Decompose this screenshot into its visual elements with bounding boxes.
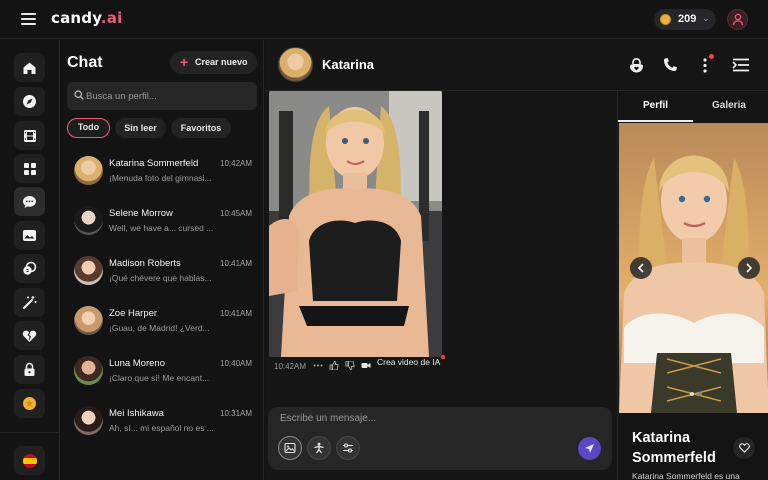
chat-image-message[interactable] <box>269 91 442 357</box>
message-input[interactable] <box>280 413 580 431</box>
coins-balance-button[interactable]: 209 ⌄ <box>654 9 716 30</box>
star-coin-icon[interactable] <box>14 389 45 418</box>
heart-broken-icon[interactable] <box>14 321 45 350</box>
user-icon <box>732 13 744 26</box>
coins-icon[interactable] <box>14 254 45 283</box>
carousel-dots <box>690 392 702 396</box>
search-icon <box>74 90 84 100</box>
more-icon[interactable] <box>313 361 323 370</box>
chat-list-item[interactable]: Selene Morrow 10:45AM Well, we have a...… <box>60 206 263 254</box>
gallery-icon[interactable] <box>14 221 45 250</box>
chat-list-item[interactable]: Madison Roberts 10:41AM ¡Qué chévere que… <box>60 256 263 304</box>
avatar <box>74 306 103 335</box>
message-composer <box>268 407 612 470</box>
contact-avatar[interactable] <box>278 47 313 82</box>
create-ai-video-button[interactable]: Crea video de IA <box>377 356 443 368</box>
film-icon[interactable] <box>14 121 45 150</box>
lock-icon[interactable] <box>14 355 45 384</box>
profile-description: Katarina Sommerfeld es una <box>632 471 740 480</box>
search-box[interactable] <box>67 82 257 110</box>
chat-panel: Katarina 10:42AM Crea video de IA Escrib… <box>265 40 768 480</box>
compass-icon[interactable] <box>14 87 45 116</box>
user-menu-button[interactable] <box>727 9 748 30</box>
pose-icon[interactable] <box>307 436 331 460</box>
message-time: 10:42AM <box>274 362 307 371</box>
favorite-button[interactable] <box>733 437 755 459</box>
chat-list-item[interactable]: Mei Ishikawa 10:31AM Ah, sí... mi españo… <box>60 406 263 454</box>
home-icon[interactable] <box>14 53 45 82</box>
profile-name: Katarina Sommerfeld <box>632 430 716 466</box>
message-actions <box>313 361 371 370</box>
new-chat-button[interactable]: + Crear nuevo <box>170 51 257 74</box>
private-content-icon[interactable] <box>625 54 647 76</box>
chat-list-title: Chat <box>67 54 103 71</box>
filter-unread[interactable]: Sin leer <box>115 118 166 138</box>
avatar <box>74 156 103 185</box>
tab-profile[interactable]: Perfil <box>643 100 668 111</box>
chat-list-item[interactable]: Katarina Sommerfeld 10:42AM ¡Menuda foto… <box>60 156 263 204</box>
chevron-left-icon <box>637 263 644 273</box>
notification-dot <box>441 355 445 359</box>
coin-icon <box>660 14 671 25</box>
notification-dot <box>709 54 714 59</box>
menu-icon[interactable] <box>21 13 36 25</box>
chat-list-panel: Chat + Crear nuevo Todo Sin leer Favorit… <box>60 40 264 480</box>
language-button[interactable] <box>14 446 45 475</box>
video-camera-icon[interactable] <box>361 361 371 370</box>
profile-tabs: Perfil Galeria <box>618 91 768 123</box>
carousel-prev-button[interactable] <box>630 257 652 279</box>
filter-all[interactable]: Todo <box>67 118 110 138</box>
thumbs-down-icon[interactable] <box>345 361 355 370</box>
active-tab-indicator <box>618 120 693 122</box>
chat-list-item[interactable]: Zoe Harper 10:41AM ¡Guau, de Madrid! ¿Ve… <box>60 306 263 354</box>
send-button[interactable] <box>578 437 601 460</box>
plus-icon: + <box>180 54 189 70</box>
send-icon <box>585 444 594 453</box>
carousel-next-button[interactable] <box>738 257 760 279</box>
icon-sidebar <box>0 40 60 480</box>
magic-wand-icon[interactable] <box>14 288 45 317</box>
search-input[interactable] <box>86 87 251 105</box>
tab-gallery[interactable]: Galeria <box>712 100 746 111</box>
es-flag-icon <box>22 453 37 468</box>
avatar <box>74 406 103 435</box>
top-bar: candy.ai 209 ⌄ <box>0 0 768 39</box>
chat-header: Katarina <box>265 40 768 91</box>
grid-icon[interactable] <box>14 154 45 183</box>
gym-selfie-image <box>269 91 442 357</box>
thumbs-up-icon[interactable] <box>329 361 339 370</box>
image-request-icon[interactable] <box>278 436 302 460</box>
avatar <box>74 206 103 235</box>
chevron-down-icon: ⌄ <box>702 13 710 23</box>
chevron-right-icon <box>746 263 753 273</box>
settings-sliders-icon[interactable] <box>336 436 360 460</box>
chat-icon[interactable] <box>14 187 45 216</box>
phone-icon[interactable] <box>659 54 681 76</box>
profile-panel: Perfil Galeria Katarina Sommerfeld Katar… <box>617 91 768 480</box>
filter-favorites[interactable]: Favoritos <box>171 118 231 138</box>
coins-count: 209 <box>678 13 697 25</box>
contact-name[interactable]: Katarina <box>322 57 374 72</box>
avatar <box>74 256 103 285</box>
toggle-profile-panel-icon[interactable] <box>730 54 752 76</box>
heart-icon <box>738 443 750 453</box>
sidebar-divider <box>0 432 60 433</box>
logo[interactable]: candy.ai <box>51 9 122 27</box>
avatar <box>74 356 103 385</box>
chat-list-item[interactable]: Luna Moreno 10:40AM ¡Claro que sí! Me en… <box>60 356 263 404</box>
